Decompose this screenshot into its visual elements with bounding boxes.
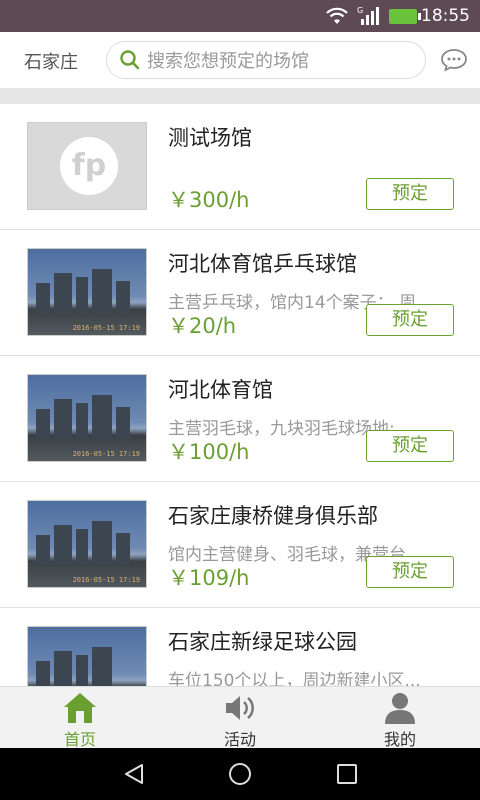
venue-name: 河北体育馆乒乓球馆: [168, 252, 357, 276]
speaker-icon: [226, 696, 254, 720]
city-selector[interactable]: 石家庄: [24, 48, 78, 74]
tab-label: 我的: [383, 730, 416, 749]
tab-label: 活动: [223, 730, 256, 749]
message-icon[interactable]: [440, 48, 468, 72]
venue-price: ￥109/h: [168, 566, 250, 590]
venue-price: ￥300/h: [168, 188, 250, 212]
recents-icon[interactable]: [335, 762, 359, 786]
clock: 18:55: [421, 6, 470, 26]
book-button[interactable]: 预定: [366, 430, 454, 462]
home-nav-icon[interactable]: [227, 762, 253, 786]
signal-icon: G: [357, 6, 379, 25]
venue-item[interactable]: fp 测试场馆 ￥300/h 预定: [0, 104, 480, 230]
venue-thumbnail: [27, 626, 147, 686]
book-button[interactable]: 预定: [366, 556, 454, 588]
venue-thumbnail: 2016-05-15 17:19: [27, 374, 147, 462]
photo-timestamp: 2016-05-15 17:19: [72, 324, 140, 332]
photo-timestamp: 2016-05-15 17:19: [72, 450, 140, 458]
placeholder-logo-icon: fp: [60, 137, 118, 195]
venue-list[interactable]: fp 测试场馆 ￥300/h 预定 2016-05-15 17:19 河北体育馆…: [0, 104, 480, 686]
battery-icon: [389, 9, 421, 24]
home-icon: [64, 693, 96, 723]
venue-item[interactable]: 石家庄新绿足球公园 车位150个以上，周边新建小区...: [0, 608, 480, 686]
signal-type-label: G: [357, 6, 363, 15]
search-bar[interactable]: [106, 41, 426, 79]
venue-name: 石家庄新绿足球公园: [168, 630, 357, 654]
venue-name: 石家庄康桥健身俱乐部: [168, 504, 378, 528]
system-nav-bar: [0, 748, 480, 800]
search-input[interactable]: [147, 48, 417, 74]
bottom-tab-bar: 首页 活动 我的: [0, 686, 480, 749]
tab-activities[interactable]: 活动: [160, 687, 320, 749]
wifi-icon: [326, 7, 348, 24]
book-button[interactable]: 预定: [366, 178, 454, 210]
status-bar: G 18:55: [0, 0, 480, 32]
user-icon: [385, 693, 415, 724]
venue-price: ￥100/h: [168, 440, 250, 464]
venue-name: 河北体育馆: [168, 378, 273, 402]
venue-item[interactable]: 2016-05-15 17:19 河北体育馆 主营羽毛球，九块羽毛球场地: ..…: [0, 356, 480, 482]
venue-thumbnail: 2016-05-15 17:19: [27, 248, 147, 336]
venue-item[interactable]: 2016-05-15 17:19 河北体育馆乒乓球馆 主营乒乓球，馆内14个案子…: [0, 230, 480, 356]
tab-label: 首页: [63, 730, 96, 749]
venue-name: 测试场馆: [168, 126, 252, 150]
book-button[interactable]: 预定: [366, 304, 454, 336]
photo-timestamp: 2016-05-15 17:19: [72, 576, 140, 584]
venue-thumbnail: 2016-05-15 17:19: [27, 500, 147, 588]
venue-description: 车位150个以上，周边新建小区...: [168, 671, 421, 686]
venue-thumbnail: fp: [27, 122, 147, 210]
back-icon[interactable]: [122, 762, 146, 786]
venue-price: ￥20/h: [168, 314, 237, 338]
section-divider: [0, 88, 480, 104]
venue-item[interactable]: 2016-05-15 17:19 石家庄康桥健身俱乐部 馆内主营健身、羽毛球，兼…: [0, 482, 480, 608]
tab-mine[interactable]: 我的: [320, 687, 480, 749]
tab-home[interactable]: 首页: [0, 687, 160, 749]
search-icon: [120, 50, 140, 70]
top-header: 石家庄: [0, 32, 480, 88]
